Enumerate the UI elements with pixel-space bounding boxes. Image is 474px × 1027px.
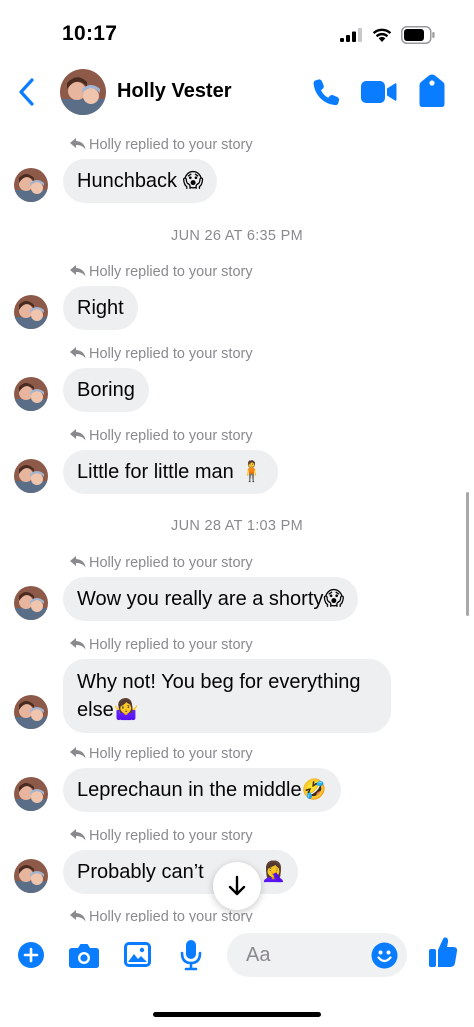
reply-note: Holly replied to your story — [70, 635, 253, 655]
microphone-icon[interactable] — [179, 939, 203, 971]
reply-note-text: Holly replied to your story — [89, 264, 253, 280]
emoji: 🧍 — [239, 461, 265, 483]
reply-arrow-icon — [70, 265, 86, 277]
reply-arrow-icon — [70, 347, 86, 359]
photo-icon[interactable] — [123, 941, 152, 968]
reply-arrow-icon — [70, 638, 86, 650]
message-text: Wow you really are a shorty — [77, 588, 324, 610]
message-bubble[interactable]: Boring — [63, 368, 149, 412]
reply-note: Holly replied to your story — [70, 262, 253, 282]
reply-note: Holly replied to your story — [70, 553, 253, 573]
reply-note: Holly replied to your story — [70, 907, 253, 922]
message-bubble[interactable]: Right — [63, 286, 138, 330]
sender-avatar[interactable] — [14, 859, 48, 893]
emoji: 😱 — [182, 170, 204, 192]
message-bubble[interactable]: Hunchback 😱 — [63, 159, 218, 203]
message-text: Right — [77, 297, 124, 319]
reply-note: Holly replied to your story — [70, 744, 253, 764]
reply-note-text: Holly replied to your story — [89, 137, 253, 153]
home-indicator — [153, 1012, 321, 1017]
reply-note-text: Holly replied to your story — [89, 909, 253, 922]
sender-avatar[interactable] — [14, 777, 48, 811]
message-text: Little for little man — [77, 461, 234, 483]
sender-avatar[interactable] — [14, 377, 48, 411]
emoji: 🤷‍♀️ — [113, 699, 139, 721]
reply-note-text: Holly replied to your story — [89, 428, 253, 444]
message-composer: Aa — [0, 925, 474, 985]
call-icon[interactable] — [311, 77, 341, 107]
emoji: 🤦‍♀️ — [261, 861, 286, 883]
reply-note-text: Holly replied to your story — [89, 828, 253, 844]
back-icon[interactable] — [16, 76, 38, 108]
message-input[interactable]: Aa — [227, 933, 407, 977]
message-bubble[interactable]: Little for little man 🧍 — [63, 450, 279, 494]
message-text: Boring — [77, 379, 135, 401]
conversation-header: Holly Vester — [0, 66, 474, 122]
arrow-down-icon — [228, 875, 246, 896]
sender-avatar[interactable] — [14, 695, 48, 729]
message-list[interactable]: Holly replied to your story Hunchback 😱 … — [0, 122, 474, 922]
plus-icon[interactable] — [17, 941, 45, 969]
status-time: 10:17 — [62, 22, 118, 45]
contact-name[interactable]: Holly Vester — [117, 80, 232, 103]
reply-note-text: Holly replied to your story — [89, 637, 253, 653]
sender-avatar[interactable] — [14, 586, 48, 620]
reply-arrow-icon — [70, 138, 86, 150]
reply-note: Holly replied to your story — [70, 826, 253, 846]
emoji: 😱 — [323, 588, 345, 610]
tag-icon[interactable] — [419, 74, 445, 108]
reply-note: Holly replied to your story — [70, 135, 253, 155]
wifi-icon — [372, 28, 392, 42]
contact-avatar[interactable] — [60, 69, 106, 115]
thumbs-up-icon[interactable] — [428, 936, 458, 968]
emoji: 🤣 — [301, 779, 327, 801]
reply-note: Holly replied to your story — [70, 344, 253, 364]
reply-arrow-icon — [70, 747, 86, 759]
message-text: Hunchback — [77, 170, 178, 192]
message-bubble[interactable]: Leprechaun in the middle🤣 — [63, 768, 341, 812]
video-call-icon[interactable] — [361, 79, 397, 105]
reply-note-text: Holly replied to your story — [89, 555, 253, 571]
reply-note: Holly replied to your story — [70, 426, 253, 446]
scroll-to-bottom-button[interactable] — [213, 862, 261, 910]
date-separator: JUN 26 AT 6:35 PM — [171, 228, 303, 244]
scrollbar[interactable] — [466, 492, 469, 616]
signal-icon — [340, 28, 362, 42]
reply-arrow-icon — [70, 556, 86, 568]
message-placeholder: Aa — [246, 944, 271, 966]
sender-avatar[interactable] — [14, 168, 48, 202]
sender-avatar[interactable] — [14, 459, 48, 493]
message-bubble[interactable]: Probably can’t 🤦‍♀️ — [63, 850, 298, 894]
battery-icon — [401, 26, 435, 44]
reply-arrow-icon — [70, 829, 86, 841]
message-bubble[interactable]: Wow you really are a shorty😱 — [63, 577, 359, 621]
reply-arrow-icon — [70, 910, 86, 922]
message-text: Leprechaun in the middle — [77, 779, 302, 801]
emoji-icon[interactable] — [371, 942, 398, 969]
sender-avatar[interactable] — [14, 295, 48, 329]
status-bar: 10:17 — [0, 0, 474, 66]
camera-icon[interactable] — [68, 943, 100, 969]
reply-arrow-icon — [70, 429, 86, 441]
message-bubble[interactable]: Why not! You beg for everything else🤷‍♀️ — [63, 659, 391, 733]
date-separator: JUN 28 AT 1:03 PM — [171, 518, 303, 534]
message-text: Probably can’t — [77, 861, 204, 883]
reply-note-text: Holly replied to your story — [89, 746, 253, 762]
reply-note-text: Holly replied to your story — [89, 346, 253, 362]
